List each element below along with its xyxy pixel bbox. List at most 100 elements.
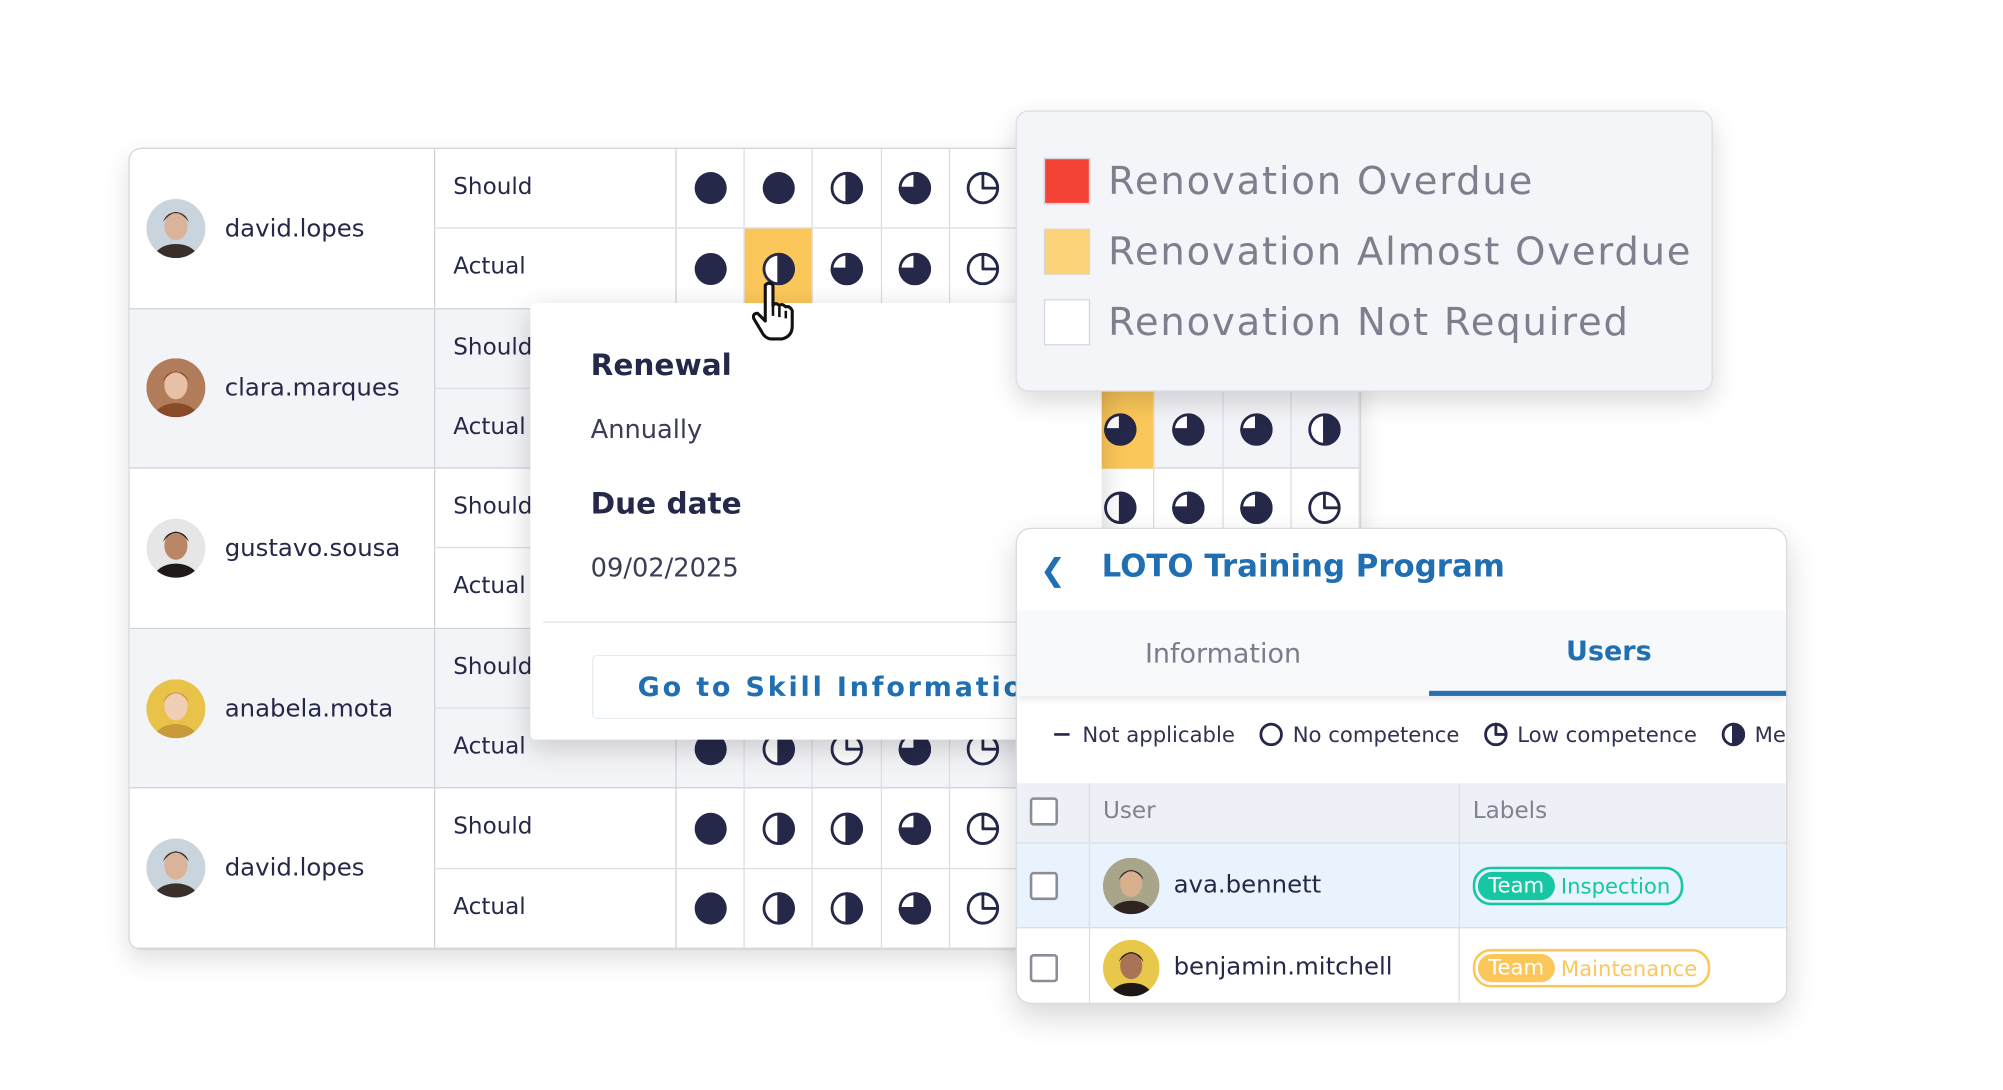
select-all-checkbox[interactable]: [1029, 797, 1059, 826]
table-header: User Labels: [1016, 783, 1787, 843]
stage: david.lopes Should Actual clara.marques Shou…: [0, 0, 2003, 1090]
tab-bar: Information Users: [1016, 611, 1787, 696]
competence-cell[interactable]: [745, 148, 814, 228]
competence-legend: Not applicable No competence Low compete…: [1050, 722, 1786, 748]
tag-key: Team: [1477, 954, 1555, 983]
competence-cell[interactable]: [677, 868, 745, 949]
user-cell: clara.marques: [130, 308, 436, 468]
quarter-circle-icon: [1308, 492, 1342, 525]
three-quarter-circle-icon: [1103, 412, 1137, 446]
tag-key: Team: [1477, 871, 1555, 901]
competence-cell[interactable]: [950, 788, 1019, 868]
competence-cell[interactable]: [1223, 388, 1292, 469]
loto-training-panel: ❮ LOTO Training Program Information User…: [1015, 527, 1788, 1005]
competence-cell[interactable]: [882, 228, 950, 309]
renewal-label: Renewal: [590, 349, 732, 383]
column-header-user[interactable]: User: [1103, 797, 1156, 824]
quarter-circle-icon: [1483, 722, 1508, 747]
half-circle-icon: [830, 172, 863, 205]
quarter-circle-icon: [967, 172, 1000, 205]
quarter-circle-icon: [967, 812, 1000, 845]
dash-icon: [1054, 733, 1070, 736]
legend-label: No competence: [1292, 722, 1460, 747]
user-cell: anabela.mota: [130, 628, 436, 788]
username[interactable]: anabela.mota: [225, 694, 394, 722]
three-quarter-circle-icon: [1240, 412, 1273, 446]
competence-cell[interactable]: [950, 148, 1019, 228]
almost-overdue-swatch: [1043, 228, 1091, 275]
competence-cell[interactable]: [813, 788, 882, 868]
three-quarter-circle-icon: [1172, 492, 1205, 525]
actual-label: Actual: [435, 228, 677, 309]
legend-label: Med: [1754, 722, 1786, 747]
tab-information[interactable]: Information: [1017, 611, 1429, 696]
full-circle-icon: [694, 892, 727, 925]
competence-cell[interactable]: [745, 868, 814, 949]
username[interactable]: ava.bennett: [1174, 871, 1322, 899]
competence-cell[interactable]: [882, 788, 950, 868]
three-quarter-circle-icon: [898, 172, 932, 205]
table-row[interactable]: benjamin.mitchell Team Maintenance: [1016, 927, 1787, 1003]
half-circle-icon: [762, 812, 795, 845]
go-to-skill-information-button[interactable]: Go to Skill Information: [591, 654, 1055, 720]
tab-users[interactable]: Users: [1429, 611, 1787, 696]
competence-cell[interactable]: [677, 788, 745, 868]
table-row[interactable]: ava.bennett Team Inspection: [1016, 842, 1787, 929]
competence-cell[interactable]: [1155, 388, 1224, 469]
due-date-value: 09/02/2025: [590, 552, 739, 583]
quarter-circle-icon: [967, 892, 1000, 926]
avatar: [1102, 939, 1160, 997]
legend-label: Renovation Not Required: [1108, 299, 1630, 345]
chevron-left-icon[interactable]: ❮: [1040, 552, 1066, 588]
legend-no-competence: No competence: [1258, 722, 1459, 748]
renovation-legend: Renovation Overdue Renovation Almost Ove…: [1015, 110, 1713, 392]
should-label: Should: [435, 148, 677, 228]
three-quarter-circle-icon: [898, 892, 932, 926]
username[interactable]: benjamin.mitchell: [1174, 953, 1393, 981]
competence-cell[interactable]: [677, 148, 745, 228]
competence-cell[interactable]: [950, 868, 1019, 949]
competence-cell[interactable]: [1291, 388, 1360, 469]
avatar: [146, 678, 206, 738]
due-date-label: Due date: [590, 487, 742, 522]
not-required-swatch: [1043, 299, 1091, 346]
quarter-circle-icon: [967, 252, 1000, 286]
half-circle-icon: [1721, 722, 1745, 747]
user-cell: david.lopes: [130, 788, 436, 948]
avatar: [146, 358, 206, 418]
competence-cell[interactable]: [882, 868, 950, 949]
competence-cell[interactable]: [950, 228, 1019, 309]
half-circle-icon: [762, 892, 795, 926]
full-circle-icon: [762, 172, 795, 205]
legend-medium-competence: Med: [1720, 722, 1786, 748]
avatar: [146, 198, 206, 258]
legend-not-applicable: Not applicable: [1050, 722, 1235, 747]
username[interactable]: david.lopes: [225, 854, 365, 882]
legend-label: Renovation Almost Overdue: [1108, 229, 1693, 275]
competence-cell[interactable]: [813, 228, 882, 309]
competence-cell[interactable]: [882, 148, 950, 228]
half-circle-icon: [1103, 492, 1137, 525]
competence-cell[interactable]: [813, 148, 882, 228]
row-checkbox[interactable]: [1029, 871, 1059, 901]
should-label: Should: [435, 788, 677, 868]
competence-cell[interactable]: [677, 228, 745, 309]
username[interactable]: clara.marques: [225, 374, 400, 402]
legend-label: Not applicable: [1082, 722, 1235, 747]
three-quarter-circle-icon: [830, 252, 863, 286]
competence-cell[interactable]: [813, 868, 882, 949]
username[interactable]: gustavo.sousa: [225, 534, 401, 562]
column-header-labels[interactable]: Labels: [1473, 797, 1547, 824]
avatar: [146, 518, 206, 578]
empty-circle-icon: [1259, 722, 1283, 747]
avatar: [1102, 857, 1160, 915]
avatar: [146, 838, 206, 898]
half-circle-icon: [830, 892, 863, 926]
legend-low-competence: Low competence: [1483, 722, 1697, 748]
overdue-swatch: [1043, 157, 1091, 205]
competence-cell[interactable]: [745, 788, 814, 868]
full-circle-icon: [694, 172, 727, 205]
label-tag: Team Inspection: [1472, 866, 1684, 906]
row-checkbox[interactable]: [1029, 954, 1059, 983]
username[interactable]: david.lopes: [225, 214, 365, 242]
